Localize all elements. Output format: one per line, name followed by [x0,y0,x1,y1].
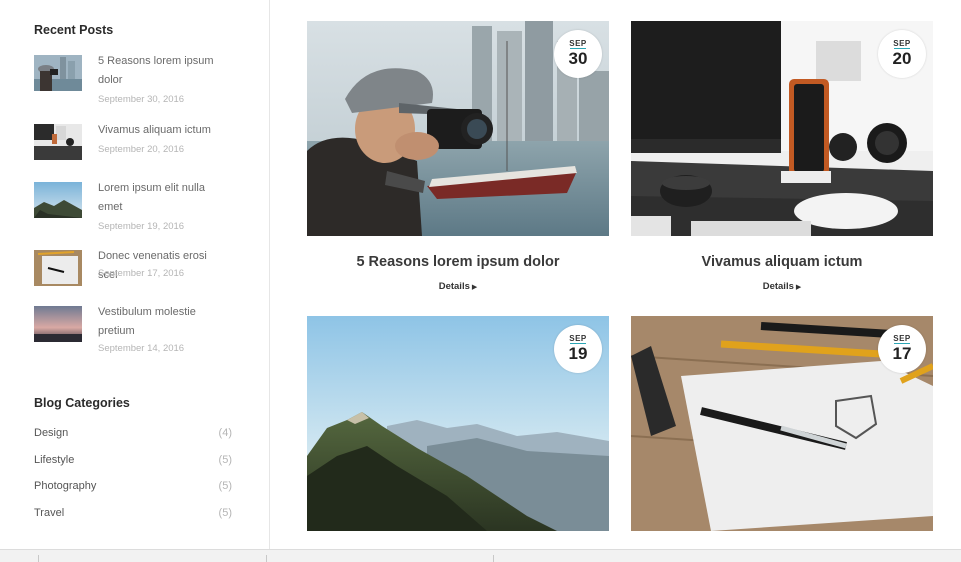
date-month: SEP [569,39,587,48]
post-title-link[interactable]: 5 Reasons lorem ipsum dolor [98,52,228,90]
date-month: SEP [893,39,911,48]
post-date: September 17, 2016 [98,268,185,279]
post-title-link[interactable]: Vestibulum molestie pretium [98,303,228,341]
category-item[interactable]: Photography (5) [34,480,232,498]
date-day: 19 [568,344,588,363]
date-badge: SEP 17 [878,325,926,373]
bottom-bar [0,549,961,562]
sidebar: Recent Posts 5 Reasons lorem ipsum dolor… [0,0,270,549]
details-link[interactable]: Details ▶ [631,281,933,292]
category-item[interactable]: Design (4) [34,427,232,445]
details-label[interactable]: Details [439,281,470,292]
category-count: (5) [218,507,232,519]
category-count: (4) [218,427,232,439]
date-badge: SEP 19 [554,325,602,373]
post-date: September 20, 2016 [98,144,185,155]
caret-right-icon: ▶ [471,284,478,291]
post-title-link[interactable]: Lorem ipsum elit nulla emet [98,179,228,217]
date-day: 30 [568,49,588,68]
details-label[interactable]: Details [763,281,794,292]
post-date: September 19, 2016 [98,221,185,232]
category-item[interactable]: Lifestyle (5) [34,454,232,472]
post-thumbnail-image[interactable] [34,55,82,91]
category-count: (5) [218,480,232,492]
recent-posts-title: Recent Posts [34,23,114,37]
post-thumbnail-image[interactable] [34,182,82,218]
post-title-link[interactable]: Donec venenatis erosi scel [98,247,228,285]
post-title[interactable]: Vivamus aliquam ictum [631,254,933,270]
date-month: SEP [893,334,911,343]
date-badge: SEP 20 [878,30,926,78]
category-item[interactable]: Travel (5) [34,507,232,525]
post-thumbnail-image[interactable] [34,250,82,286]
category-count: (5) [218,454,232,466]
date-badge: SEP 30 [554,30,602,78]
post-date: September 30, 2016 [98,94,185,105]
category-name[interactable]: Travel [34,507,64,519]
post-thumbnail-image[interactable] [34,306,82,342]
details-link[interactable]: Details ▶ [307,281,609,292]
caret-right-icon: ▶ [795,284,802,291]
category-name[interactable]: Design [34,427,68,439]
post-title-link[interactable]: Vivamus aliquam ictum [98,121,228,140]
category-name[interactable]: Lifestyle [34,454,74,466]
post-date: September 14, 2016 [98,343,185,354]
post-thumbnail-image[interactable] [34,124,82,160]
blog-categories-title: Blog Categories [34,396,130,410]
category-name[interactable]: Photography [34,480,96,492]
post-title[interactable]: 5 Reasons lorem ipsum dolor [307,254,609,270]
date-month: SEP [569,334,587,343]
date-day: 20 [892,49,912,68]
date-day: 17 [892,344,912,363]
